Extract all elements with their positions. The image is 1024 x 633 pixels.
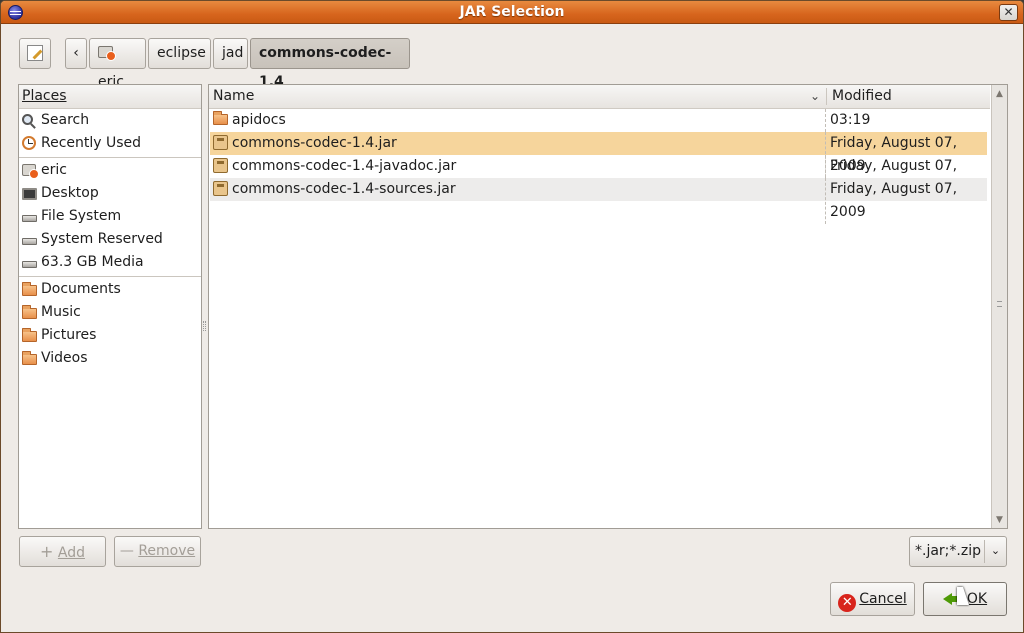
title-bar: JAR Selection ✕ (1, 1, 1023, 24)
pencil-icon (27, 45, 43, 61)
home-icon (22, 163, 39, 179)
drive-icon (22, 209, 37, 223)
drive-icon (22, 232, 37, 246)
minus-icon: — (119, 543, 134, 559)
scroll-down-icon[interactable]: ▼ (992, 515, 1007, 525)
vertical-scrollbar[interactable]: ▲ ▼ (991, 85, 1007, 528)
place-eric[interactable]: eric (19, 159, 201, 182)
plus-icon: + (40, 542, 54, 561)
name-column-header[interactable]: Name (213, 85, 254, 108)
place-desktop[interactable]: Desktop (19, 182, 201, 205)
path-segment-eclipse[interactable]: eclipse (148, 38, 211, 69)
remove-button[interactable]: — Remove (114, 536, 201, 567)
chevron-down-icon[interactable]: ⌄ (984, 540, 1006, 563)
modified-column-header[interactable]: Modified (832, 85, 892, 108)
file-row-sources[interactable]: commons-codec-1.4-sources.jar Friday, Au… (210, 178, 987, 224)
place-videos[interactable]: Videos (19, 347, 201, 370)
place-file-system[interactable]: File System (19, 205, 201, 228)
path-segment-eric[interactable]: eric (89, 38, 146, 90)
search-icon (22, 113, 37, 127)
close-button[interactable]: ✕ (999, 4, 1018, 21)
cancel-icon: ✕ (838, 594, 857, 612)
home-icon (98, 46, 116, 61)
place-recently-used[interactable]: Recently Used (19, 132, 201, 155)
file-row-javadoc[interactable]: commons-codec-1.4-javadoc.jar Friday, Au… (210, 155, 987, 201)
scrollbar-grip[interactable] (997, 301, 1002, 307)
places-separator (19, 276, 201, 277)
recent-icon (22, 136, 37, 150)
folder-icon (213, 111, 228, 125)
folder-icon (22, 305, 37, 319)
chevron-down-icon[interactable]: ⌄ (810, 85, 820, 108)
places-panel: Places Search Recently Used eric Desktop… (18, 84, 202, 529)
add-button[interactable]: + Add (19, 536, 106, 567)
folder-icon (22, 328, 37, 342)
folder-icon (22, 351, 37, 365)
place-search[interactable]: Search (19, 109, 201, 132)
place-media[interactable]: 63.3 GB Media (19, 251, 201, 274)
place-documents[interactable]: Documents (19, 278, 201, 301)
places-separator (19, 157, 201, 158)
path-segment-jad[interactable]: jad (213, 38, 248, 69)
file-filter-select[interactable]: *.jar;*.zip ⌄ (909, 536, 1007, 567)
file-row-selected[interactable]: commons-codec-1.4.jar Friday, August 07,… (210, 132, 987, 178)
file-list-panel: Name ⌄ Modified apidocs 03:19 commons-co… (208, 84, 1008, 529)
jar-icon (213, 158, 228, 173)
jar-icon (213, 135, 228, 150)
folder-icon (22, 282, 37, 296)
pane-resize-handle[interactable] (203, 321, 206, 331)
jar-icon (213, 181, 228, 196)
file-row-apidocs[interactable]: apidocs 03:19 (210, 109, 987, 132)
place-pictures[interactable]: Pictures (19, 324, 201, 347)
drive-icon (22, 255, 37, 269)
places-header[interactable]: Places (19, 85, 201, 109)
column-header-row: Name ⌄ Modified (209, 85, 990, 109)
cancel-button[interactable]: ✕ Cancel (830, 582, 915, 616)
jar-selection-dialog: JAR Selection ✕ ‹ eric eclipse jad commo… (0, 0, 1024, 633)
mouse-cursor (957, 587, 969, 605)
scroll-up-icon[interactable]: ▲ (992, 89, 1007, 99)
edit-location-button[interactable] (19, 38, 51, 69)
place-music[interactable]: Music (19, 301, 201, 324)
window-title: JAR Selection (459, 4, 565, 20)
place-system-reserved[interactable]: System Reserved (19, 228, 201, 251)
path-back-button[interactable]: ‹ (65, 38, 87, 69)
path-segment-current[interactable]: commons-codec-1.4 (250, 38, 410, 90)
column-divider[interactable] (826, 88, 827, 105)
desktop-icon (22, 186, 37, 200)
